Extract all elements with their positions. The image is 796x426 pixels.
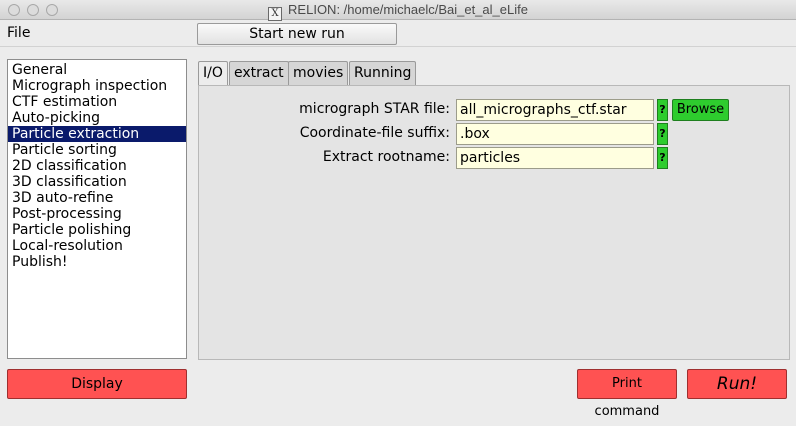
list-item[interactable]: Publish! bbox=[8, 254, 186, 270]
tab-io[interactable]: I/O bbox=[198, 61, 228, 86]
coordinate-suffix-input[interactable]: .box bbox=[456, 123, 654, 145]
list-item[interactable]: Particle polishing bbox=[8, 222, 186, 238]
list-item[interactable]: 2D classification bbox=[8, 158, 186, 174]
window-title-text: RELION: /home/michaelc/Bai_et_al_eLife bbox=[288, 2, 528, 17]
list-item[interactable]: 3D classification bbox=[8, 174, 186, 190]
list-item[interactable]: 3D auto-refine bbox=[8, 190, 186, 206]
tab-movies[interactable]: movies bbox=[288, 61, 349, 85]
rootname-help-button[interactable]: ? bbox=[657, 147, 668, 169]
list-item[interactable]: General bbox=[8, 62, 186, 78]
list-item[interactable]: Post-processing bbox=[8, 206, 186, 222]
window-title: X RELION: /home/michaelc/Bai_et_al_eLife bbox=[0, 2, 796, 21]
print-command-button[interactable]: Print command bbox=[577, 369, 677, 419]
list-item[interactable]: Micrograph inspection bbox=[8, 78, 186, 94]
coordinate-help-button[interactable]: ? bbox=[657, 123, 668, 145]
tab-running[interactable]: Running bbox=[349, 61, 417, 85]
file-menu[interactable]: File bbox=[7, 25, 30, 41]
micrograph-star-label: micrograph STAR file: bbox=[299, 101, 450, 117]
micrograph-help-button[interactable]: ? bbox=[657, 99, 668, 121]
display-button[interactable]: Display bbox=[7, 369, 187, 399]
tab-extract[interactable]: extract bbox=[229, 61, 289, 85]
list-item[interactable]: Particle sorting bbox=[8, 142, 186, 158]
browse-button[interactable]: Browse bbox=[672, 99, 729, 121]
list-item[interactable]: Auto-picking bbox=[8, 110, 186, 126]
coordinate-suffix-label: Coordinate-file suffix: bbox=[299, 125, 450, 141]
title-bar: X RELION: /home/michaelc/Bai_et_al_eLife bbox=[0, 0, 796, 21]
run-button[interactable]: Run! bbox=[687, 369, 787, 399]
micrograph-star-input[interactable]: all_micrographs_ctf.star bbox=[456, 99, 654, 121]
list-item[interactable]: CTF estimation bbox=[8, 94, 186, 110]
menu-bar: File bbox=[0, 21, 796, 47]
x11-icon: X bbox=[268, 7, 283, 21]
start-new-run-button[interactable]: Start new run bbox=[197, 23, 397, 45]
list-item-selected[interactable]: Particle extraction bbox=[8, 126, 186, 142]
job-type-list[interactable]: General Micrograph inspection CTF estima… bbox=[7, 59, 187, 359]
extract-rootname-label: Extract rootname: bbox=[322, 149, 450, 165]
extract-rootname-input[interactable]: particles bbox=[456, 147, 654, 169]
list-item[interactable]: Local-resolution bbox=[8, 238, 186, 254]
